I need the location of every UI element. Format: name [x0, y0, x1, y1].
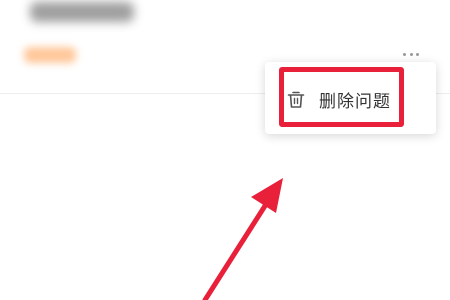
delete-question-menu-item[interactable]: 删除问题 — [285, 76, 425, 122]
list-item-tag-blurred — [24, 47, 76, 63]
context-menu-popup: 删除问题 — [265, 62, 436, 134]
more-horizontal-icon-dot — [409, 52, 413, 56]
more-horizontal-icon-dot — [403, 52, 406, 56]
more-horizontal-icon-dot — [416, 52, 419, 56]
more-options-button[interactable] — [403, 49, 419, 59]
list-item-title-blurred — [30, 2, 134, 22]
trash-icon — [287, 91, 305, 108]
pointer-arrow-annotation — [202, 178, 283, 300]
delete-question-label: 删除问题 — [319, 91, 391, 112]
